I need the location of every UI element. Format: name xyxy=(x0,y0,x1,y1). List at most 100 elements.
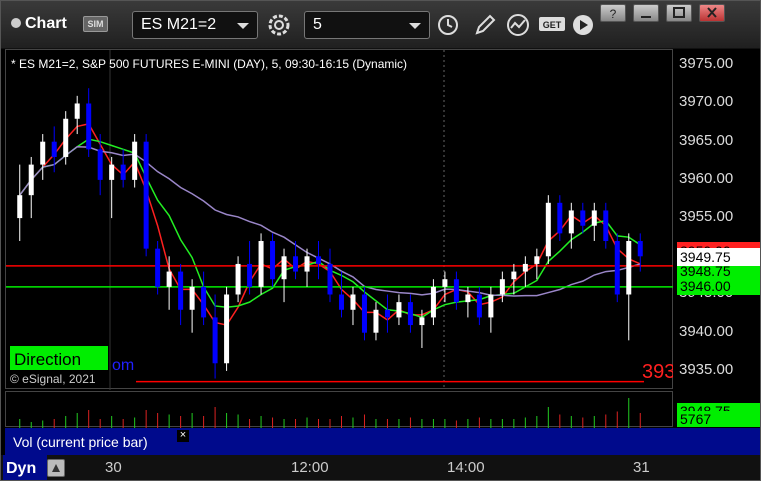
partial-text: om xyxy=(112,357,134,374)
support-price-tag: 3946.00 xyxy=(677,276,760,295)
candle-body xyxy=(63,118,69,157)
candle-body xyxy=(270,241,276,280)
candle-body xyxy=(74,103,80,119)
candle-body xyxy=(419,317,425,326)
candle-body xyxy=(178,271,184,310)
candle-body xyxy=(304,256,310,272)
candle-body xyxy=(109,164,115,180)
candle-body xyxy=(476,294,482,318)
copyright-text: © eSignal, 2021 xyxy=(10,372,96,386)
candle-body xyxy=(166,271,172,287)
chevron-down-icon[interactable] xyxy=(409,23,421,29)
candle-body xyxy=(86,103,92,150)
chart-header: * ES M21=2, S&P 500 FUTURES E-MINI (DAY)… xyxy=(11,57,407,71)
candle-body xyxy=(293,256,299,272)
volume-svg xyxy=(19,398,641,428)
price-axis[interactable]: 3975.003970.003965.003960.003955.003950.… xyxy=(673,49,760,389)
candle-body xyxy=(534,256,540,264)
candle-body xyxy=(511,271,517,280)
candle-body xyxy=(316,256,322,264)
chart-dot-icon xyxy=(11,18,21,28)
chart-window: Chart SIM ES M21=2 5 GET ? * ES M21=2, S… xyxy=(0,0,761,481)
close-icon[interactable]: × xyxy=(177,430,189,442)
time-axis[interactable]: Dyn 30 12:00 14:00 31 xyxy=(1,455,760,480)
candle-body xyxy=(338,294,344,310)
candle-body xyxy=(430,286,436,318)
chart-toolbar: Chart SIM ES M21=2 5 GET ? xyxy=(1,1,760,49)
candle-body xyxy=(224,294,230,364)
candle-body xyxy=(580,210,586,226)
get-icon-text: GET xyxy=(543,20,562,30)
candle-body xyxy=(258,241,264,287)
candle-body xyxy=(522,263,528,272)
study-icon[interactable] xyxy=(506,13,530,37)
time-tick: 30 xyxy=(105,459,122,476)
lock-icon[interactable] xyxy=(47,459,65,477)
candle-body xyxy=(396,302,402,318)
candle-body xyxy=(568,210,574,234)
volume-legend-label: Vol (current price bar) xyxy=(13,434,148,450)
price-tick: 3940.00 xyxy=(679,322,734,340)
symbol-value: ES M21=2 xyxy=(141,16,217,33)
maximize-button[interactable] xyxy=(666,4,692,22)
candle-body xyxy=(51,141,57,157)
candle-body xyxy=(40,141,46,165)
volume-legend-bar: Vol (current price bar) × xyxy=(5,428,673,455)
candle-body xyxy=(235,263,241,295)
price-plot-svg: * ES M21=2, S&P 500 FUTURES E-MINI (DAY)… xyxy=(6,50,675,390)
dyn-label: Dyn xyxy=(3,455,47,480)
chart-title: Chart xyxy=(11,15,67,33)
interval-combo[interactable]: 5 xyxy=(304,11,430,39)
candle-body xyxy=(499,279,505,295)
candle-body xyxy=(143,141,149,249)
chevron-down-icon[interactable] xyxy=(237,23,249,29)
candle-body xyxy=(247,263,253,287)
candle-body xyxy=(453,279,459,303)
help-button[interactable]: ? xyxy=(600,4,626,22)
candle-body xyxy=(17,195,23,219)
candle-body xyxy=(384,309,390,318)
time-tick: 31 xyxy=(633,459,650,476)
candle-body xyxy=(465,294,471,303)
price-tick: 3965.00 xyxy=(679,131,734,149)
candle-body xyxy=(189,286,195,310)
interval-value: 5 xyxy=(313,16,322,33)
candle-body xyxy=(557,202,563,234)
candle-body xyxy=(361,294,367,333)
candle-body xyxy=(201,286,207,318)
candle-body xyxy=(350,294,356,310)
candle-body xyxy=(407,302,413,326)
pencil-icon[interactable] xyxy=(473,13,497,37)
last-price-tag: 3949.75 xyxy=(677,248,760,267)
time-tick: 14:00 xyxy=(447,459,485,476)
candle-body xyxy=(442,279,448,287)
price-tick: 3935.00 xyxy=(679,360,734,378)
close-button[interactable] xyxy=(699,4,725,22)
svg-text:?: ? xyxy=(610,7,617,21)
candle-body xyxy=(281,256,287,280)
get-icon[interactable]: GET xyxy=(538,13,566,37)
price-tick: 3975.00 xyxy=(679,55,734,73)
candle-body xyxy=(545,202,551,257)
candle-body xyxy=(132,141,138,180)
time-tick: 12:00 xyxy=(291,459,329,476)
volume-axis: 3948.75 5767 xyxy=(673,391,760,427)
candle-body xyxy=(155,248,161,287)
price-plot[interactable]: * ES M21=2, S&P 500 FUTURES E-MINI (DAY)… xyxy=(5,49,675,390)
candle-body xyxy=(591,210,597,226)
clock-icon[interactable] xyxy=(436,13,460,37)
price-tick: 3960.00 xyxy=(679,169,734,187)
candle-body xyxy=(373,309,379,333)
play-icon[interactable] xyxy=(571,13,595,37)
red-level-text: 393 xyxy=(642,361,674,383)
candle-body xyxy=(212,317,218,364)
minimize-button[interactable] xyxy=(633,4,659,22)
candle-body xyxy=(626,241,632,295)
volume-pane[interactable] xyxy=(5,391,673,428)
candle-body xyxy=(28,164,34,196)
sim-badge: SIM xyxy=(83,16,108,32)
candle-body xyxy=(488,294,494,318)
symbol-combo[interactable]: ES M21=2 xyxy=(132,11,258,39)
gear-icon[interactable] xyxy=(267,13,291,37)
candle-body xyxy=(614,241,620,295)
